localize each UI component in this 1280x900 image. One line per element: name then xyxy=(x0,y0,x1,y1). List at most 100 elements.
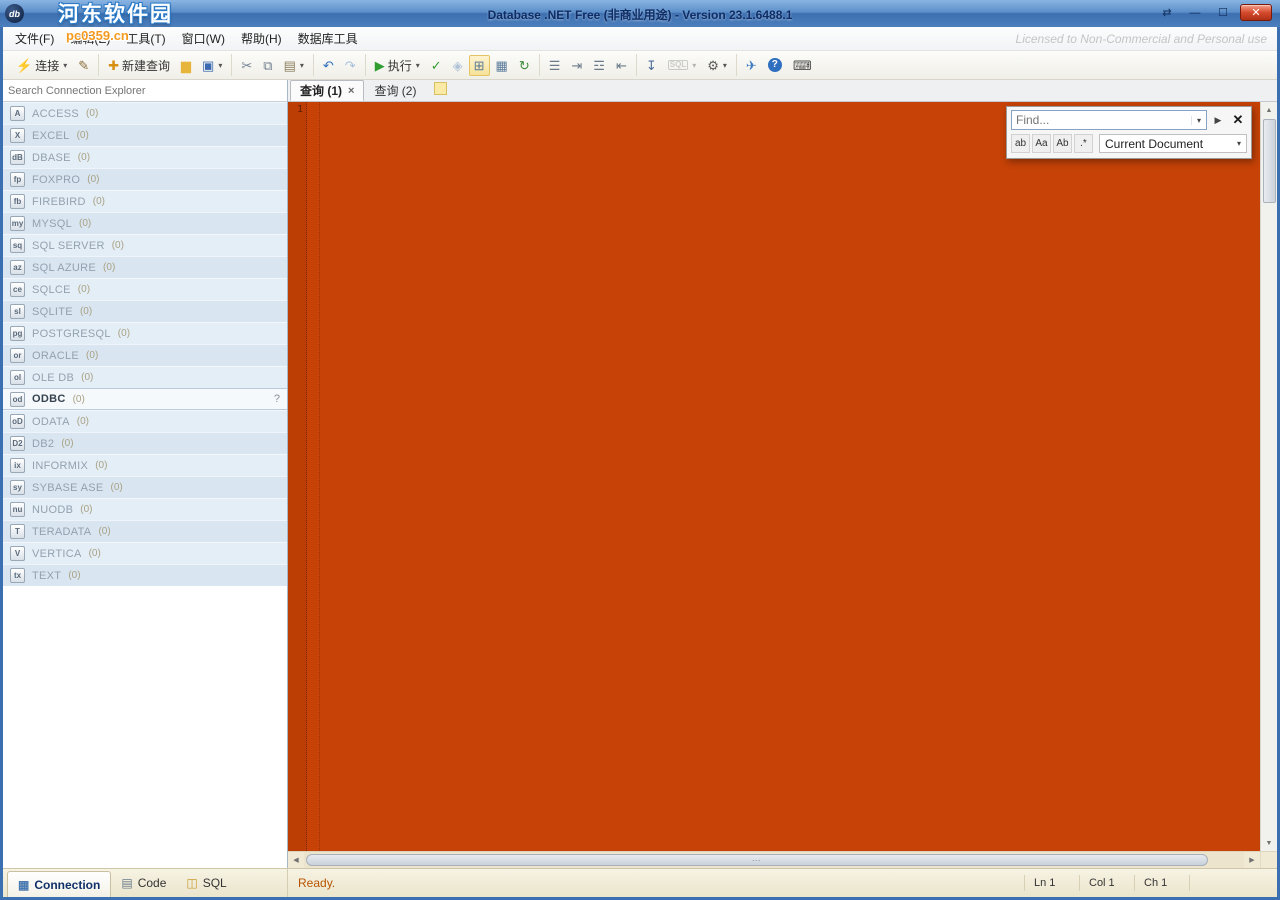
results-text-button[interactable]: ▦ xyxy=(491,55,513,76)
horizontal-scrollbar[interactable]: ◀ ⋯ ▶ xyxy=(288,851,1277,868)
editor-canvas[interactable]: 1 ▾ ▶ ✕ xyxy=(288,102,1260,851)
horizontal-scroll-thumb[interactable]: ⋯ xyxy=(306,854,1209,866)
editor-tabstrip: 查询 (1) × 查询 (2) xyxy=(288,80,1277,102)
save-icon: ▣ xyxy=(202,57,215,73)
undo-button[interactable]: ↶ xyxy=(318,55,339,76)
sidebar-item-dbase[interactable]: dB DBASE (0) xyxy=(3,146,287,168)
menu-item-1[interactable]: 文件(F) xyxy=(7,27,62,50)
regex-button[interactable]: .* xyxy=(1074,134,1093,153)
sidebar-item-excel[interactable]: X EXCEL (0) xyxy=(3,124,287,146)
close-button[interactable]: ✕ xyxy=(1240,4,1272,21)
sidebar-item-sql-azure[interactable]: az SQL AZURE (0) xyxy=(3,256,287,278)
sidebar-item-oracle[interactable]: or ORACLE (0) xyxy=(3,344,287,366)
sidebar-item-sql-server[interactable]: sq SQL SERVER (0) xyxy=(3,234,287,256)
new-tab-indicator[interactable] xyxy=(434,82,448,95)
sidebar-item-teradata[interactable]: T TERADATA (0) xyxy=(3,520,287,542)
sidebar-item-ole-db[interactable]: ol OLE DB (0) xyxy=(3,366,287,388)
comment-button[interactable]: ☲ xyxy=(588,55,610,76)
sidebar-item-sqlite[interactable]: sl SQLITE (0) xyxy=(3,300,287,322)
excel-icon: X xyxy=(10,128,25,143)
sidebar-item-odata[interactable]: oD ODATA (0) xyxy=(3,410,287,432)
menu-item-3[interactable]: 工具(T) xyxy=(118,27,173,50)
keyboard-shortcuts-button[interactable]: ⌨ xyxy=(788,55,817,76)
find-close-button[interactable]: ✕ xyxy=(1229,110,1247,130)
scroll-right-icon[interactable]: ▶ xyxy=(1244,852,1260,868)
find-next-button[interactable]: ▶ xyxy=(1210,110,1226,130)
sidebar-item-vertica[interactable]: V VERTICA (0) xyxy=(3,542,287,564)
sidebar-item-foxpro[interactable]: fp FOXPRO (0) xyxy=(3,168,287,190)
sidebar-item-access[interactable]: A ACCESS (0) xyxy=(3,102,287,124)
menu-item-4[interactable]: 窗口(W) xyxy=(174,27,233,50)
vertical-scrollbar[interactable]: ▲ ▼ xyxy=(1260,102,1277,851)
sidebar-item-odbc[interactable]: od ODBC (0)? xyxy=(3,388,287,410)
tab-query-2[interactable]: 查询 (2) xyxy=(365,80,425,101)
sidebar-item-db2[interactable]: D2 DB2 (0) xyxy=(3,432,287,454)
save-button[interactable]: ▣ ▾ xyxy=(197,55,227,76)
maximize-button[interactable]: ☐ xyxy=(1212,4,1234,21)
search-input[interactable] xyxy=(3,80,287,102)
tab-close-icon[interactable]: × xyxy=(348,85,354,97)
scroll-down-icon[interactable]: ▼ xyxy=(1261,835,1277,851)
settings-button[interactable]: ⚙ ▾ xyxy=(702,55,732,76)
open-file-button[interactable]: ▆ xyxy=(176,55,196,76)
tab-query-1[interactable]: 查询 (1) × xyxy=(290,80,365,101)
execution-plan-button[interactable]: ◈ xyxy=(448,55,468,76)
paste-button[interactable]: ▤ ▾ xyxy=(279,55,309,76)
execute-button[interactable]: ▶ 执行 ▾ xyxy=(370,55,425,76)
firebird-icon: fb xyxy=(10,194,25,209)
status-fields: Ln 1 Col 1 Ch 1 xyxy=(1024,869,1189,897)
indent-button[interactable]: ⇥ xyxy=(566,55,587,76)
uncomment-button[interactable]: ⇤ xyxy=(611,55,632,76)
minimize-button[interactable]: — xyxy=(1184,4,1206,21)
sybase-ase-icon: sy xyxy=(10,480,25,495)
sidebar-item-postgresql[interactable]: pg POSTGRESQL (0) xyxy=(3,322,287,344)
bottom-tab-sql[interactable]: ◫ SQL xyxy=(176,869,236,897)
sidebar-item-informix[interactable]: ix INFORMIX (0) xyxy=(3,454,287,476)
arrange-window-button[interactable]: ⇄ xyxy=(1156,4,1178,21)
titlebar[interactable]: db Database .NET Free (非商业用途) - Version … xyxy=(0,0,1280,42)
find-combo-caret-icon[interactable]: ▾ xyxy=(1191,115,1206,125)
sidebar-item-firebird[interactable]: fb FIREBIRD (0) xyxy=(3,190,287,212)
vertical-scroll-thumb[interactable] xyxy=(1262,119,1276,203)
refresh-results-button[interactable]: ↻ xyxy=(514,55,535,76)
sidebar-item-text[interactable]: tx TEXT (0) xyxy=(3,564,287,586)
edit-connection-button[interactable]: ✎ xyxy=(73,55,94,76)
export-button[interactable]: ↧ xyxy=(641,55,662,76)
results-grid-button[interactable]: ⊞ xyxy=(468,54,490,76)
horizontal-scroll-track[interactable]: ⋯ xyxy=(304,852,1244,868)
sidebar-item-mysql[interactable]: my MYSQL (0) xyxy=(3,212,287,234)
sidebar-item-sybase-ase[interactable]: sy SYBASE ASE (0) xyxy=(3,476,287,498)
menu-item-6[interactable]: 数据库工具 xyxy=(290,27,366,50)
validate-button[interactable]: ✓ xyxy=(426,55,447,76)
new-query-button[interactable]: ✚ 新建查询 xyxy=(103,55,175,76)
whole-word-button[interactable]: Ab xyxy=(1053,134,1072,153)
edit-connection-icon: ✎ xyxy=(78,57,90,73)
menu-item-5[interactable]: 帮助(H) xyxy=(233,27,290,50)
incremental-search-button[interactable]: ab xyxy=(1011,134,1030,153)
sql-menu-button[interactable]: SQL ▾ xyxy=(663,55,701,76)
ole-db-icon: ol xyxy=(10,370,25,385)
connect-button[interactable]: ⚡ 连接 ▾ xyxy=(11,55,72,76)
help-button[interactable]: ? xyxy=(763,55,787,76)
match-case-button[interactable]: Aa xyxy=(1032,134,1051,153)
sidebar-item-nuodb[interactable]: nu NUODB (0) xyxy=(3,498,287,520)
send-feedback-button[interactable]: ✈ xyxy=(741,55,762,76)
scroll-left-icon[interactable]: ◀ xyxy=(288,852,304,868)
window-title: Database .NET Free (非商业用途) - Version 23.… xyxy=(487,8,793,22)
find-scope-dropdown[interactable]: Current Document ▾ xyxy=(1099,134,1247,153)
copy-button[interactable]: ⧉ xyxy=(258,55,277,76)
cut-button[interactable]: ✂ xyxy=(236,55,257,76)
format-sql-button[interactable]: ☰ xyxy=(544,55,566,76)
bottom-tab-connection[interactable]: ▦ Connection xyxy=(7,871,112,897)
find-input[interactable] xyxy=(1012,113,1191,127)
bottom-tab-code[interactable]: ▤ Code xyxy=(111,869,176,897)
window-controls: ⇄ — ☐ ✕ xyxy=(1156,4,1272,21)
redo-button[interactable]: ↷ xyxy=(340,55,361,76)
scroll-up-icon[interactable]: ▲ xyxy=(1261,102,1277,118)
connection-list: A ACCESS (0) X EXCEL (0) dB DBASE (0) fp FOXPRO (0)… xyxy=(3,102,287,868)
editor-margin-line xyxy=(319,102,320,851)
execute-icon: ▶ xyxy=(374,57,385,73)
refresh-results-icon: ↻ xyxy=(518,57,530,73)
menu-item-2[interactable]: 编辑(E) xyxy=(62,27,118,50)
sidebar-item-sqlce[interactable]: ce SQLCE (0) xyxy=(3,278,287,300)
